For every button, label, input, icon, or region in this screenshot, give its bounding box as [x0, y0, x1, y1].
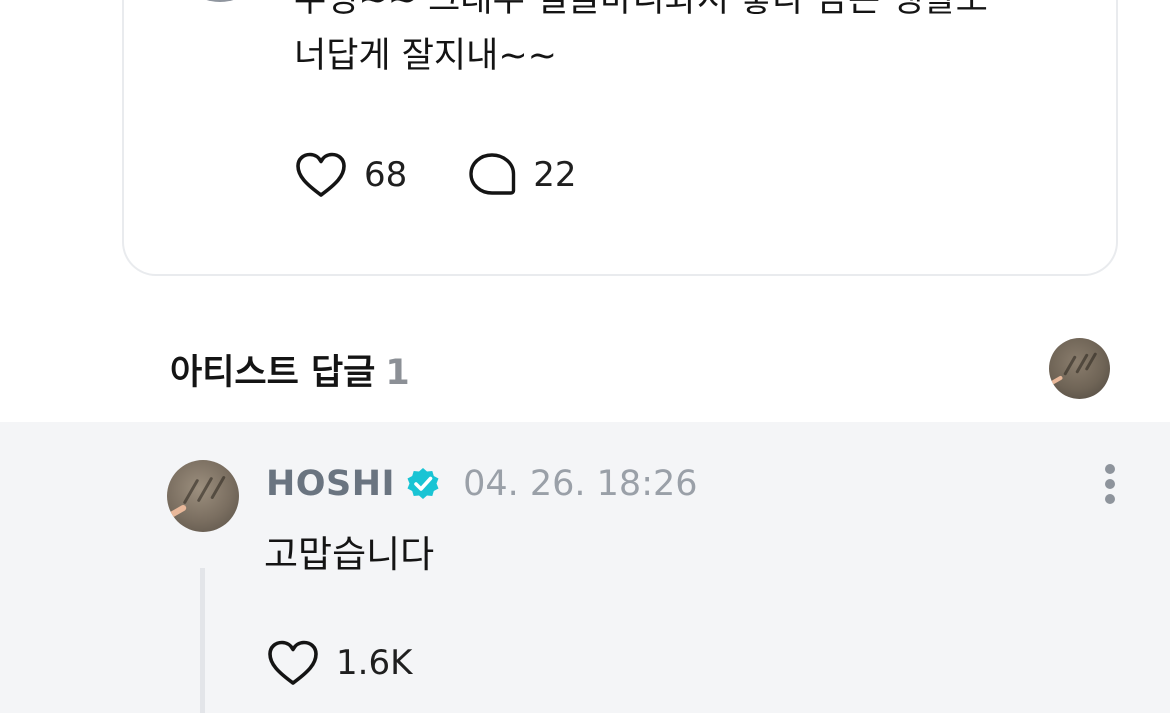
heart-outline-icon — [268, 640, 318, 685]
artist-replies-title: 아티스트 답글 1 — [170, 344, 410, 395]
reply-author-name[interactable]: HOSHI — [266, 464, 395, 504]
artist-reply: HOSHI 04. 26. 18:26 고맙습니다 1.6K — [0, 422, 1170, 713]
post-author-avatar[interactable] — [172, 0, 268, 2]
reply-like-button[interactable]: 1.6K — [266, 639, 412, 687]
page: 뚜녕~~ 그래두 얼굴마니봐서 좋다 남은 생활도 너답게 잘지내~~ 68 2… — [0, 0, 1170, 713]
reply-meta: HOSHI 04. 26. 18:26 — [266, 462, 698, 506]
reply-timestamp: 04. 26. 18:26 — [463, 464, 698, 504]
post-card: 뚜녕~~ 그래두 얼굴마니봐서 좋다 남은 생활도 너답게 잘지내~~ 68 2… — [122, 0, 1118, 276]
heart-outline-icon — [296, 152, 346, 197]
reply-like-count: 1.6K — [336, 643, 413, 683]
post-text-line: 뚜녕~~ 그래두 얼굴마니봐서 좋다 남은 생활도 — [294, 0, 988, 20]
post-comment-count: 22 — [533, 155, 577, 195]
hand-mark — [1050, 375, 1064, 385]
more-vertical-icon[interactable] — [1096, 462, 1124, 506]
artist-replies-label: 아티스트 답글 — [170, 353, 376, 393]
post-body: 뚜녕~~ 그래두 얼굴마니봐서 좋다 남은 생활도 너답게 잘지내~~ — [294, 0, 1170, 84]
reply-author-avatar[interactable] — [167, 460, 239, 532]
sand-mark — [1063, 355, 1077, 376]
speech-bubble-icon — [469, 153, 516, 195]
more-dot — [1105, 464, 1115, 474]
reply-body: 고맙습니다 — [264, 533, 435, 576]
post-comment-button[interactable]: 22 — [467, 151, 577, 199]
more-dot — [1105, 479, 1115, 489]
post-actions: 68 22 — [294, 150, 637, 200]
post-text-line: 너답게 잘지내~~ — [294, 36, 557, 76]
reply-actions: 1.6K — [266, 638, 472, 688]
artist-avatar[interactable] — [1049, 338, 1110, 399]
hand-mark — [168, 503, 188, 519]
post-like-count: 68 — [364, 155, 408, 195]
more-dot — [1105, 494, 1115, 504]
artist-replies-count: 1 — [385, 353, 410, 393]
artist-replies-header: 아티스트 답글 1 — [0, 326, 1170, 422]
thread-line — [200, 568, 205, 713]
post-like-button[interactable]: 68 — [294, 151, 407, 199]
verified-badge-icon — [407, 468, 439, 499]
